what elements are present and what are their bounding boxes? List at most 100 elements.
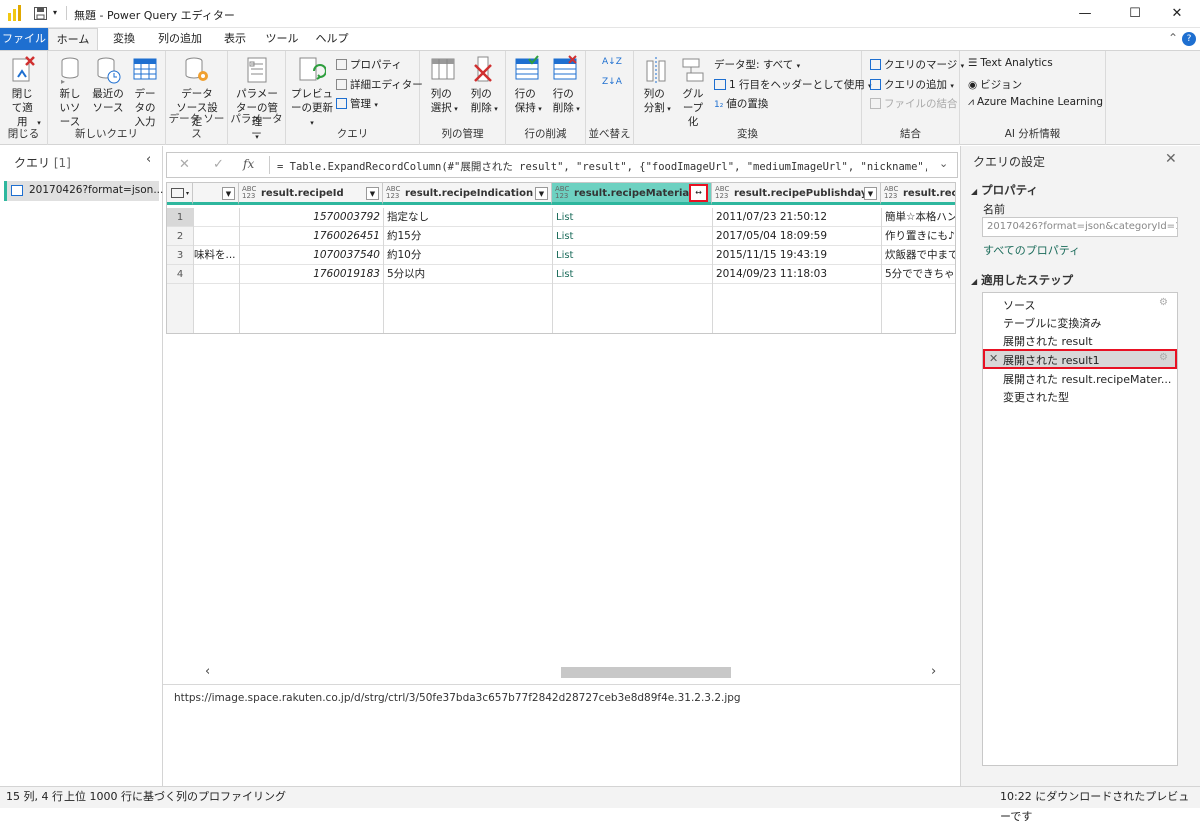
gear-icon[interactable]: ⚙ xyxy=(1159,352,1168,363)
maximize-button[interactable]: ☐ xyxy=(1112,0,1158,28)
table-cell[interactable]: 約10分 xyxy=(384,246,552,265)
table-cell[interactable]: 2011/07/23 21:50:12 xyxy=(713,208,881,227)
refresh-preview-button[interactable]: プレビューの更新▾ xyxy=(290,55,334,130)
step-item[interactable]: ソース ⚙ xyxy=(983,295,1177,313)
table-menu-button[interactable]: ▾ xyxy=(167,183,193,205)
close-apply-button[interactable]: 閉じて適用 ▾ xyxy=(4,55,44,130)
sort-descending-button[interactable]: Z↓A xyxy=(602,77,622,87)
expand-column-icon[interactable]: ↔ xyxy=(689,184,708,202)
table-cell[interactable] xyxy=(194,208,239,227)
scroll-thumb[interactable] xyxy=(561,667,731,678)
filter-dropdown-icon[interactable]: ▼ xyxy=(222,187,235,200)
filter-dropdown-icon[interactable]: ▼ xyxy=(864,187,877,200)
advanced-editor-button[interactable]: 詳細エディター xyxy=(336,77,423,92)
table-cell[interactable]: 作り置きにも♪鶏 xyxy=(882,227,955,246)
step-item[interactable]: 展開された result.recipeMater... xyxy=(983,369,1177,387)
query-list-item[interactable]: 20170426?format=json... xyxy=(4,181,163,201)
minimize-button[interactable]: — xyxy=(1062,0,1108,28)
first-row-header-button[interactable]: 1 行目をヘッダーとして使用 ▾ xyxy=(714,77,872,92)
keep-rows-button[interactable]: 行の保持 ▾ xyxy=(509,55,545,116)
expand-formula-icon[interactable]: ⌄ xyxy=(939,157,948,170)
table-cell[interactable]: 約15分 xyxy=(384,227,552,246)
table-cell[interactable]: 1070037540 xyxy=(240,246,383,265)
all-properties-link[interactable]: すべてのプロパティ xyxy=(983,242,1080,258)
step-item[interactable]: テーブルに変換済み xyxy=(983,313,1177,331)
help-icon[interactable]: ? xyxy=(1182,32,1196,46)
column-header-recipe-material[interactable]: ABC 123 result.recipeMaterial ↔ xyxy=(552,183,712,205)
delete-step-icon[interactable]: ✕ xyxy=(989,352,998,365)
replace-values-button[interactable]: 1₂ 値の置換 xyxy=(714,96,768,111)
remove-columns-button[interactable]: 列の削除 ▾ xyxy=(464,55,502,116)
enter-data-button[interactable]: データの入力 xyxy=(128,55,162,129)
data-type-dropdown[interactable]: データ型: すべて ▾ xyxy=(714,57,800,72)
table-cell[interactable]: 2015/11/15 19:43:19 xyxy=(713,246,881,265)
sort-ascending-button[interactable]: A↓Z xyxy=(602,57,622,67)
table-cell[interactable] xyxy=(194,265,239,284)
table-cell[interactable]: 味料を... xyxy=(194,246,239,265)
row-number[interactable]: 4 xyxy=(167,265,193,284)
collapse-pane-icon[interactable]: ‹ xyxy=(146,152,151,167)
filter-dropdown-icon[interactable]: ▼ xyxy=(535,187,548,200)
cancel-formula-icon[interactable]: ✕ xyxy=(179,157,190,172)
vision-button[interactable]: ◉ ビジョン xyxy=(968,77,1022,92)
function-icon[interactable]: fx xyxy=(243,157,254,171)
group-by-button[interactable]: グループ化 xyxy=(676,55,710,129)
column-header-recipe-publishday[interactable]: ABC 123 result.recipePublishday ▼ xyxy=(712,183,881,205)
tab-add-column[interactable]: 列の追加 xyxy=(150,28,210,50)
tab-home[interactable]: ホーム xyxy=(48,28,98,50)
step-item[interactable]: 変更された型 xyxy=(983,387,1177,405)
table-cell[interactable] xyxy=(194,227,239,246)
row-number[interactable]: 2 xyxy=(167,227,193,246)
applied-steps-header[interactable]: ◢ 適用したステップ xyxy=(971,272,1073,288)
tab-view[interactable]: 表示 xyxy=(216,28,254,50)
quick-access-dropdown-icon[interactable]: ▾ xyxy=(53,8,57,17)
list-link[interactable]: List xyxy=(553,265,712,284)
text-analytics-button[interactable]: ☰ Text Analytics xyxy=(968,57,1053,69)
column-header-recipe-indication[interactable]: ABC 123 result.recipeIndication ▼ xyxy=(383,183,552,205)
azure-ml-button[interactable]: ⩘ Azure Machine Learning xyxy=(968,96,1103,109)
properties-section-header[interactable]: ◢ プロパティ xyxy=(971,182,1038,198)
close-pane-icon[interactable]: ✕ xyxy=(1165,151,1177,167)
table-cell[interactable]: 2014/09/23 11:18:03 xyxy=(713,265,881,284)
table-cell[interactable]: 1760026451 xyxy=(240,227,383,246)
close-window-button[interactable]: ✕ xyxy=(1154,0,1200,28)
properties-button[interactable]: プロパティ xyxy=(336,57,402,72)
list-link[interactable]: List xyxy=(553,227,712,246)
save-icon[interactable] xyxy=(34,7,47,20)
table-cell[interactable]: 簡単☆本格ハン xyxy=(882,208,955,227)
row-number[interactable]: 1 xyxy=(167,208,193,227)
scroll-right-icon[interactable]: › xyxy=(931,664,936,679)
query-name-input[interactable]: 20170426?format=json&categoryId=10&a xyxy=(982,217,1178,237)
horizontal-scrollbar[interactable]: ‹ › xyxy=(203,664,943,680)
collapse-ribbon-icon[interactable]: ⌃ xyxy=(1168,31,1178,45)
new-source-button[interactable]: ▸ 新しいソース xyxy=(52,55,88,129)
confirm-formula-icon[interactable]: ✓ xyxy=(213,157,224,172)
split-column-button[interactable]: 列の分割 ▾ xyxy=(638,55,674,116)
list-link[interactable]: List xyxy=(553,208,712,227)
table-cell[interactable]: 炊飯器で中まで xyxy=(882,246,955,265)
table-cell[interactable]: 指定なし xyxy=(384,208,552,227)
tab-file[interactable]: ファイル xyxy=(0,28,48,50)
filter-dropdown-icon[interactable]: ▼ xyxy=(366,187,379,200)
combine-files-button[interactable]: ファイルの結合 xyxy=(870,96,958,111)
remove-rows-button[interactable]: 行の削除 ▾ xyxy=(547,55,583,116)
choose-columns-button[interactable]: 列の選択 ▾ xyxy=(424,55,462,116)
tab-help[interactable]: ヘルプ xyxy=(308,28,356,50)
list-link[interactable]: List xyxy=(553,246,712,265)
column-header-recipe[interactable]: ABC 123 result.recipe xyxy=(881,183,955,205)
step-item[interactable]: 展開された result xyxy=(983,331,1177,349)
column-header[interactable]: ▼ xyxy=(193,183,239,205)
scroll-left-icon[interactable]: ‹ xyxy=(205,664,210,679)
row-number[interactable]: 3 xyxy=(167,246,193,265)
tab-tools[interactable]: ツール xyxy=(262,28,302,50)
table-cell[interactable]: 5分以内 xyxy=(384,265,552,284)
column-header-recipe-id[interactable]: ABC 123 result.recipeId ▼ xyxy=(239,183,383,205)
table-cell[interactable]: 1570003792 xyxy=(240,208,383,227)
table-cell[interactable]: 1760019183 xyxy=(240,265,383,284)
step-item-selected[interactable]: ✕ 展開された result1 ⚙ xyxy=(983,349,1177,369)
formula-input[interactable]: = Table.ExpandRecordColumn(#"展開された resul… xyxy=(277,159,927,174)
table-cell[interactable]: 5分でできちゃう! xyxy=(882,265,955,284)
manage-button[interactable]: 管理 ▾ xyxy=(336,96,378,111)
append-queries-button[interactable]: クエリの追加 ▾ xyxy=(870,77,954,92)
merge-queries-button[interactable]: クエリのマージ ▾ xyxy=(870,57,964,72)
